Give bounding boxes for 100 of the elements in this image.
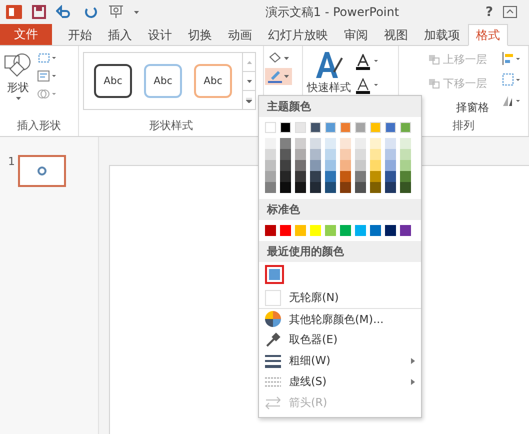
color-swatch[interactable] bbox=[340, 171, 351, 182]
color-swatch[interactable] bbox=[385, 149, 396, 160]
color-swatch[interactable] bbox=[370, 182, 381, 193]
color-swatch[interactable] bbox=[310, 160, 321, 171]
color-swatch[interactable] bbox=[385, 225, 396, 236]
color-swatch[interactable] bbox=[280, 225, 291, 236]
slide-number: 1 bbox=[8, 155, 15, 168]
color-swatch[interactable] bbox=[340, 225, 351, 236]
color-swatch[interactable] bbox=[295, 149, 306, 160]
redo-icon bbox=[84, 5, 98, 19]
color-swatch[interactable] bbox=[355, 171, 366, 182]
color-swatch[interactable] bbox=[325, 171, 336, 182]
color-swatch[interactable] bbox=[400, 138, 411, 149]
menu-item[interactable]: 虚线(S) bbox=[259, 371, 421, 392]
ribbon-tab[interactable]: 开始 bbox=[60, 24, 100, 46]
color-swatch[interactable] bbox=[310, 182, 321, 193]
menu-item[interactable]: 取色器(E) bbox=[259, 329, 421, 350]
color-swatch[interactable] bbox=[340, 160, 351, 171]
color-swatch[interactable] bbox=[295, 225, 306, 236]
color-swatch[interactable] bbox=[340, 138, 351, 149]
color-swatch[interactable] bbox=[310, 138, 321, 149]
shape-outline-button[interactable] bbox=[265, 68, 292, 85]
edit-points-icon bbox=[37, 52, 57, 64]
ribbon-tab[interactable]: 幻灯片放映 bbox=[260, 24, 336, 46]
ribbon-tab[interactable]: 插入 bbox=[100, 24, 140, 46]
menu-item[interactable]: 无轮廓(N) bbox=[259, 287, 421, 308]
color-swatch[interactable] bbox=[295, 182, 306, 193]
color-swatch[interactable] bbox=[310, 171, 321, 182]
arrange-button[interactable]: 择窗格 bbox=[428, 100, 489, 115]
group-label: 插入形状 bbox=[17, 118, 61, 134]
color-swatch[interactable] bbox=[370, 138, 381, 149]
ribbon-tab[interactable]: 切换 bbox=[180, 24, 220, 46]
color-swatch[interactable] bbox=[265, 149, 276, 160]
presentation-icon bbox=[108, 5, 124, 19]
color-swatch[interactable] bbox=[280, 149, 291, 160]
shapes-button[interactable]: 形状 bbox=[4, 52, 32, 100]
file-tab[interactable]: 文件 bbox=[0, 24, 52, 45]
caret-icon bbox=[284, 56, 289, 60]
color-wheel-icon bbox=[265, 311, 281, 327]
color-swatch[interactable] bbox=[340, 182, 351, 193]
color-swatch[interactable] bbox=[400, 149, 411, 160]
color-swatch[interactable] bbox=[385, 138, 396, 149]
color-swatch[interactable] bbox=[310, 149, 321, 160]
ribbon-tab[interactable]: 设计 bbox=[140, 24, 180, 46]
color-swatch[interactable] bbox=[400, 225, 411, 236]
color-swatch[interactable] bbox=[385, 171, 396, 182]
color-swatch[interactable] bbox=[310, 225, 321, 236]
color-swatch[interactable] bbox=[295, 171, 306, 182]
menu-item[interactable]: 其他轮廓颜色(M)... bbox=[259, 308, 421, 329]
help-button[interactable]: ? bbox=[485, 4, 493, 20]
color-swatch[interactable] bbox=[280, 138, 291, 149]
letter-brush-icon bbox=[314, 50, 344, 80]
empty-swatch-icon bbox=[265, 290, 281, 306]
color-swatch[interactable] bbox=[400, 171, 411, 182]
color-swatch[interactable] bbox=[370, 160, 381, 171]
color-swatch[interactable] bbox=[280, 182, 291, 193]
color-swatch[interactable] bbox=[295, 160, 306, 171]
color-swatch[interactable] bbox=[280, 160, 291, 171]
shape-style-preset[interactable]: Abc bbox=[194, 64, 232, 98]
submenu-arrow-icon bbox=[411, 358, 415, 364]
arrows-icon bbox=[265, 396, 281, 410]
color-swatch[interactable] bbox=[325, 225, 336, 236]
color-swatch[interactable] bbox=[355, 149, 366, 160]
shape-style-preset[interactable]: Abc bbox=[144, 64, 182, 98]
color-swatch[interactable] bbox=[265, 265, 284, 284]
color-swatch[interactable] bbox=[370, 225, 381, 236]
color-swatch[interactable] bbox=[370, 149, 381, 160]
color-swatch[interactable] bbox=[355, 160, 366, 171]
color-swatch[interactable] bbox=[265, 182, 276, 193]
color-swatch[interactable] bbox=[370, 171, 381, 182]
quick-styles-button[interactable]: 快速样式 bbox=[307, 50, 351, 95]
menu-item[interactable]: 粗细(W) bbox=[259, 350, 421, 371]
ribbon-tab[interactable]: 视图 bbox=[376, 24, 416, 46]
slide-thumbnail[interactable] bbox=[18, 155, 66, 187]
color-swatch[interactable] bbox=[325, 138, 336, 149]
line-weight-icon bbox=[265, 354, 281, 368]
color-swatch[interactable] bbox=[325, 149, 336, 160]
color-swatch[interactable] bbox=[340, 149, 351, 160]
color-swatch[interactable] bbox=[325, 160, 336, 171]
color-swatch[interactable] bbox=[355, 225, 366, 236]
ribbon-tab[interactable]: 动画 bbox=[220, 24, 260, 46]
color-swatch[interactable] bbox=[400, 160, 411, 171]
color-swatch[interactable] bbox=[355, 182, 366, 193]
color-swatch[interactable] bbox=[355, 138, 366, 149]
color-swatch[interactable] bbox=[385, 160, 396, 171]
color-swatch[interactable] bbox=[295, 138, 306, 149]
color-swatch[interactable] bbox=[265, 171, 276, 182]
ribbon-tab[interactable]: 格式 bbox=[468, 24, 508, 46]
shape-style-preset[interactable]: Abc bbox=[94, 64, 132, 98]
text-outline-icon bbox=[356, 78, 380, 94]
color-swatch[interactable] bbox=[265, 225, 276, 236]
ribbon-tab[interactable]: 审阅 bbox=[336, 24, 376, 46]
color-swatch[interactable] bbox=[280, 171, 291, 182]
color-swatch[interactable] bbox=[265, 138, 276, 149]
app-logo-icon bbox=[6, 5, 22, 19]
ribbon-tab[interactable]: 加载项 bbox=[416, 24, 468, 46]
color-swatch[interactable] bbox=[400, 182, 411, 193]
color-swatch[interactable] bbox=[265, 160, 276, 171]
color-swatch[interactable] bbox=[325, 182, 336, 193]
color-swatch[interactable] bbox=[385, 182, 396, 193]
